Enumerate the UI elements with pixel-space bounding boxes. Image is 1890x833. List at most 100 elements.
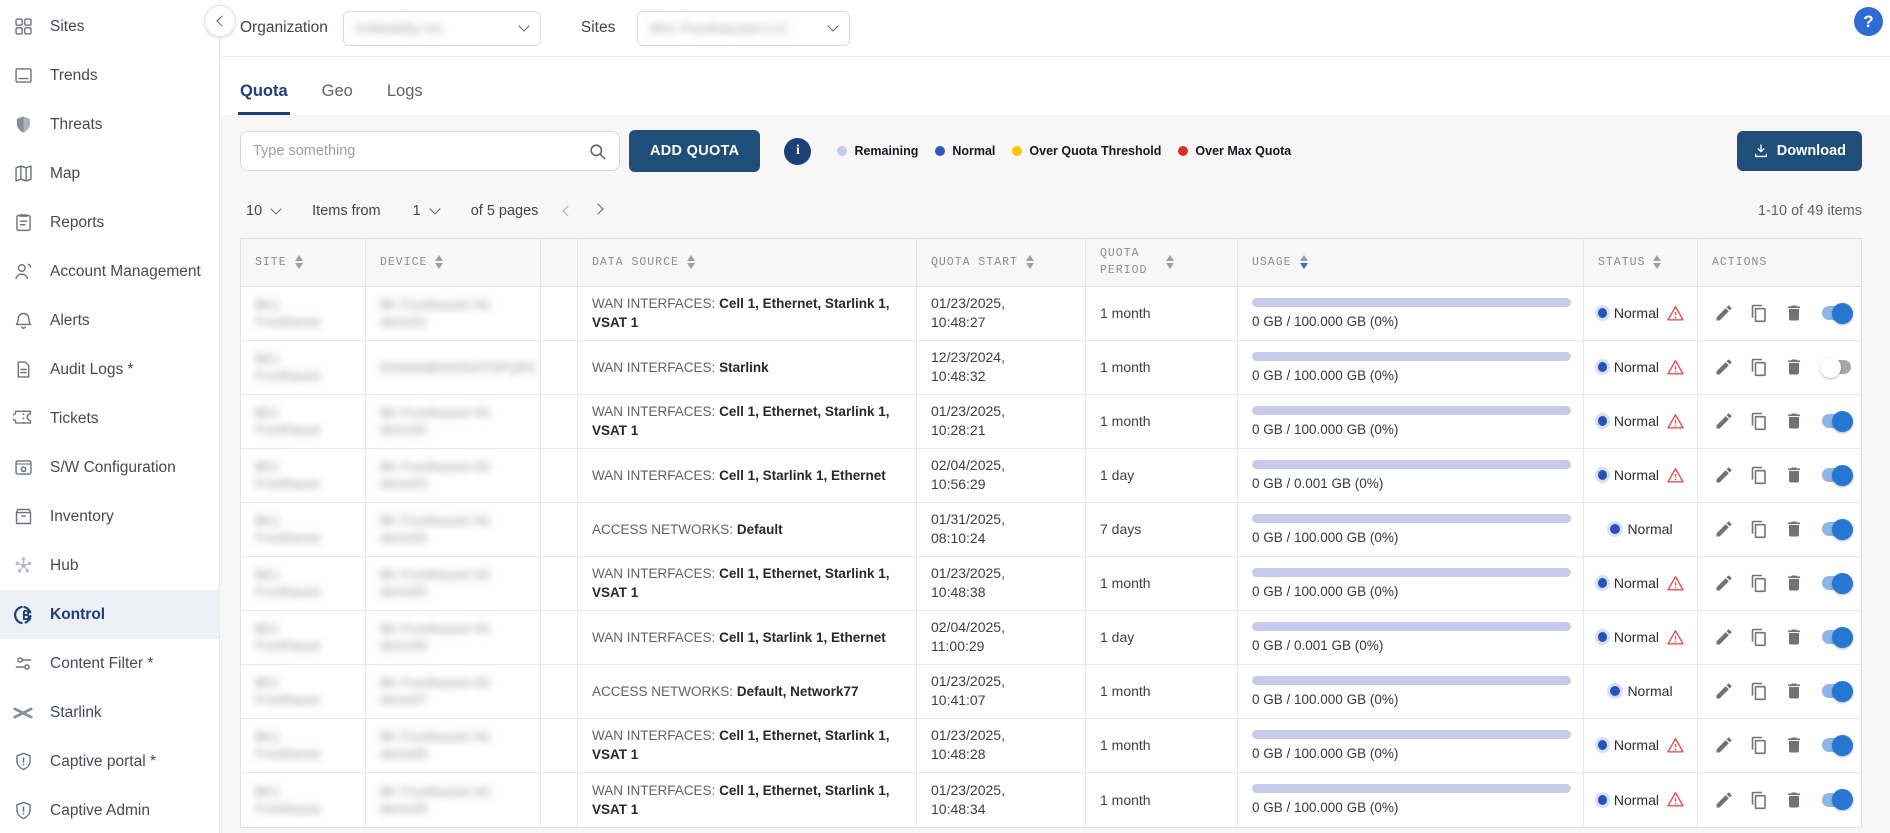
enable-toggle[interactable]: [1822, 360, 1851, 374]
info-icon[interactable]: i: [784, 138, 811, 165]
column-header-device[interactable]: DEVICE: [366, 239, 541, 286]
organization-select[interactable]: K4Mobility Inc: [343, 11, 541, 46]
copy-button[interactable]: [1749, 356, 1769, 378]
copy-button[interactable]: [1749, 680, 1769, 702]
sidebar-item-s-w-configuration[interactable]: S/W Configuration: [0, 443, 219, 492]
tab-quota[interactable]: Quota: [240, 82, 288, 115]
sidebar-item-kontrol[interactable]: Kontrol: [0, 590, 219, 639]
tab-logs[interactable]: Logs: [387, 82, 423, 115]
search-box: [240, 131, 620, 171]
copy-button[interactable]: [1749, 302, 1769, 324]
sidebar-item-audit-logs[interactable]: Audit Logs *: [0, 345, 219, 394]
enable-toggle[interactable]: [1822, 522, 1851, 536]
delete-button[interactable]: [1784, 680, 1804, 702]
usage-bar-remaining: [1252, 406, 1571, 415]
page-size-value: 10: [246, 203, 262, 219]
enable-toggle[interactable]: [1822, 793, 1851, 807]
sidebar-item-account-management[interactable]: Account Management: [0, 247, 219, 296]
enable-toggle[interactable]: [1822, 306, 1851, 320]
prev-page-button[interactable]: [563, 205, 574, 216]
site-cell: BK1 Fronthause: [241, 395, 366, 448]
column-header-quota-period[interactable]: QUOTA PERIOD: [1086, 239, 1238, 286]
copy-button[interactable]: [1749, 626, 1769, 648]
quota-period-cell: 1 month: [1086, 665, 1238, 718]
usage-text: 0 GB / 0.001 GB (0%): [1252, 476, 1571, 491]
add-quota-button[interactable]: ADD QUOTA: [629, 130, 760, 172]
sidebar-item-sites[interactable]: Sites: [0, 2, 219, 51]
copy-button[interactable]: [1749, 734, 1769, 756]
copy-button[interactable]: [1749, 410, 1769, 432]
delete-button[interactable]: [1784, 789, 1804, 811]
edit-button[interactable]: [1714, 518, 1734, 540]
sidebar-item-map[interactable]: Map: [0, 149, 219, 198]
sidebar-item-captive-admin[interactable]: Captive Admin: [0, 786, 219, 833]
sidebar-item-hub[interactable]: Hub: [0, 541, 219, 590]
delete-button[interactable]: [1784, 302, 1804, 324]
tab-geo[interactable]: Geo: [322, 82, 353, 115]
sidebar-item-trends[interactable]: Trends: [0, 51, 219, 100]
edit-button[interactable]: [1714, 410, 1734, 432]
delete-button[interactable]: [1784, 572, 1804, 594]
usage-cell: 0 GB / 100.000 GB (0%): [1238, 341, 1584, 394]
delete-button[interactable]: [1784, 626, 1804, 648]
edit-button[interactable]: [1714, 789, 1734, 811]
data-source-value: Default: [737, 522, 783, 537]
delete-button[interactable]: [1784, 518, 1804, 540]
sidebar-item-reports[interactable]: Reports: [0, 198, 219, 247]
delete-button[interactable]: [1784, 356, 1804, 378]
enable-toggle[interactable]: [1822, 684, 1851, 698]
sidebar-item-label: Hub: [50, 557, 78, 575]
sidebar-item-threats[interactable]: Threats: [0, 100, 219, 149]
copy-button[interactable]: [1749, 464, 1769, 486]
status-dot-icon: [1598, 740, 1607, 750]
collapse-sidebar-button[interactable]: [204, 5, 236, 37]
column-header-quota-start[interactable]: QUOTA START: [917, 239, 1086, 286]
download-button[interactable]: Download: [1737, 131, 1862, 171]
sidebar-item-captive-portal[interactable]: Captive portal *: [0, 737, 219, 786]
device-cell: BK Fronthausel 4G demo05: [366, 557, 541, 610]
edit-button[interactable]: [1714, 464, 1734, 486]
edit-button[interactable]: [1714, 302, 1734, 324]
enable-toggle[interactable]: [1822, 630, 1851, 644]
quota-start-date: 01/23/2025,: [931, 564, 1073, 583]
shield-lock-icon: [11, 799, 35, 823]
sidebar-item-alerts[interactable]: Alerts: [0, 296, 219, 345]
sidebar-item-starlink[interactable]: Starlink: [0, 688, 219, 737]
search-input[interactable]: [253, 143, 588, 159]
edit-button[interactable]: [1714, 356, 1734, 378]
delete-button[interactable]: [1784, 734, 1804, 756]
enable-toggle[interactable]: [1822, 468, 1851, 482]
table-row: BK1 Fronthause BK Fronthausel 4G demo09 …: [241, 773, 1861, 827]
tabs: Quota Geo Logs: [220, 57, 1890, 115]
data-source-type: WAN INTERFACES:: [592, 468, 715, 483]
sidebar-item-content-filter[interactable]: Content Filter *: [0, 639, 219, 688]
edit-button[interactable]: [1714, 734, 1734, 756]
column-header-data-source[interactable]: DATA SOURCE: [578, 239, 917, 286]
copy-button[interactable]: [1749, 789, 1769, 811]
copy-button[interactable]: [1749, 572, 1769, 594]
column-header-usage[interactable]: USAGE: [1238, 239, 1584, 286]
edit-button[interactable]: [1714, 680, 1734, 702]
next-page-button[interactable]: [593, 203, 604, 214]
table-row: BK1 Fronthause BK Fronthausel 4G demo02 …: [241, 395, 1861, 449]
sidebar-item-inventory[interactable]: Inventory: [0, 492, 219, 541]
page-size-select[interactable]: 10: [240, 203, 286, 219]
delete-button[interactable]: [1784, 410, 1804, 432]
table-body: BK1 Fronthause BK Fronthausel 4G demo01 …: [241, 287, 1861, 827]
delete-button[interactable]: [1784, 464, 1804, 486]
toolbar: ADD QUOTA i RemainingNormalOver Quota Th…: [240, 130, 1862, 172]
enable-toggle[interactable]: [1822, 576, 1851, 590]
edit-button[interactable]: [1714, 626, 1734, 648]
sidebar-item-tickets[interactable]: Tickets: [0, 394, 219, 443]
column-header-site[interactable]: SITE: [241, 239, 366, 286]
page-select[interactable]: 1: [407, 203, 445, 219]
column-header-status[interactable]: STATUS: [1584, 239, 1698, 286]
enable-toggle[interactable]: [1822, 738, 1851, 752]
enable-toggle[interactable]: [1822, 414, 1851, 428]
search-icon[interactable]: [588, 142, 607, 161]
edit-button[interactable]: [1714, 572, 1734, 594]
sites-select[interactable]: BK1 Fronthaused LLC: [637, 11, 850, 46]
copy-button[interactable]: [1749, 518, 1769, 540]
help-icon[interactable]: ?: [1854, 7, 1883, 36]
sidebar: SitesTrendsThreatsMapReportsAccount Mana…: [0, 0, 220, 833]
